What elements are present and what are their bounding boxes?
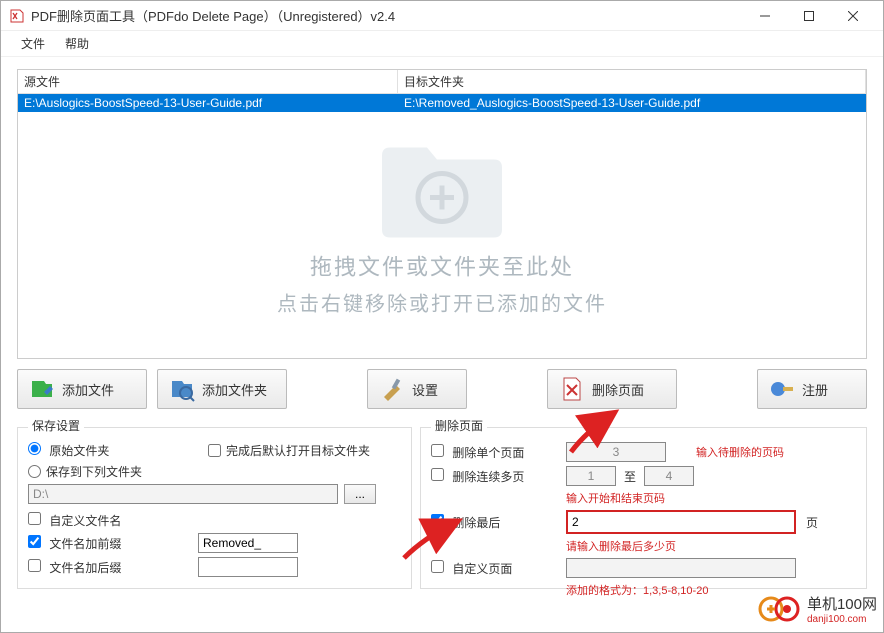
register-icon: [768, 375, 796, 403]
del-last-label: 删除最后: [452, 516, 500, 530]
open-after-label: 完成后默认打开目标文件夹: [226, 442, 370, 459]
settings-button[interactable]: 设置: [367, 369, 467, 409]
delete-page-button[interactable]: 删除页面: [547, 369, 677, 409]
file-table[interactable]: 源文件 目标文件夹 E:\Auslogics-BoostSpeed-13-Use…: [17, 69, 867, 359]
delete-page-label: 删除页面: [592, 380, 644, 399]
del-range-check[interactable]: [431, 468, 444, 481]
prefix-check[interactable]: [28, 535, 41, 548]
delete-pages-group: 删除页面 删除单个页面 输入待删除的页码 删除连续多页 至 输入开始和结束页码: [420, 419, 867, 589]
settings-icon: [378, 375, 406, 403]
del-single-hint: 输入待删除的页码: [696, 444, 784, 460]
prefix-label: 文件名加前缀: [49, 537, 121, 551]
save-settings-group: 保存设置 原始文件夹 完成后默认打开目标文件夹 保存到下列文件夹 ...: [17, 419, 412, 589]
cell-source: E:\Auslogics-BoostSpeed-13-User-Guide.pd…: [18, 94, 398, 112]
del-legend: 删除页面: [431, 417, 487, 434]
del-single-check[interactable]: [431, 444, 444, 457]
suffix-input[interactable]: [198, 557, 298, 577]
del-range-from[interactable]: [566, 466, 616, 486]
drop-hint-line2: 点击右键移除或打开已添加的文件: [277, 288, 607, 317]
menubar: 文件 帮助: [1, 31, 883, 57]
del-range-mid: 至: [624, 468, 636, 485]
custom-name-label: 自定义文件名: [49, 514, 121, 528]
del-last-check[interactable]: [431, 514, 444, 527]
path-input[interactable]: [28, 484, 338, 504]
suffix-check[interactable]: [28, 559, 41, 572]
groups-row: 保存设置 原始文件夹 完成后默认打开目标文件夹 保存到下列文件夹 ...: [17, 419, 867, 589]
watermark-name: 单机100网: [807, 593, 877, 614]
col-target[interactable]: 目标文件夹: [398, 70, 866, 93]
add-file-button[interactable]: 添加文件: [17, 369, 147, 409]
del-range-hint: 输入开始和结束页码: [566, 490, 665, 506]
minimize-button[interactable]: [743, 1, 787, 31]
delete-page-icon: [558, 375, 586, 403]
titlebar: PDF删除页面工具（PDFdo Delete Page）（Unregistere…: [1, 1, 883, 31]
table-row[interactable]: E:\Auslogics-BoostSpeed-13-User-Guide.pd…: [18, 94, 866, 112]
suffix-label: 文件名加后缀: [49, 561, 121, 575]
orig-folder-label: 原始文件夹: [49, 444, 109, 458]
orig-folder-radio[interactable]: [28, 442, 41, 455]
content-area: 源文件 目标文件夹 E:\Auslogics-BoostSpeed-13-Use…: [1, 57, 883, 597]
watermark-icon: [757, 595, 803, 623]
custom-folder-label: 保存到下列文件夹: [46, 463, 142, 480]
col-source[interactable]: 源文件: [18, 70, 398, 93]
del-single-input[interactable]: [566, 442, 666, 462]
del-custom-input[interactable]: [566, 558, 796, 578]
table-header: 源文件 目标文件夹: [18, 70, 866, 94]
maximize-button[interactable]: [787, 1, 831, 31]
watermark: 单机100网 danji100.com: [757, 592, 877, 626]
open-after-check[interactable]: [208, 444, 221, 457]
add-folder-label: 添加文件夹: [202, 380, 267, 399]
custom-folder-radio[interactable]: [28, 465, 41, 478]
del-custom-label: 自定义页面: [452, 562, 512, 576]
save-legend: 保存设置: [28, 417, 84, 434]
del-last-input[interactable]: [566, 510, 796, 534]
register-label: 注册: [802, 380, 828, 399]
toolbar: 添加文件 添加文件夹 设置 删除页面 注册: [17, 359, 867, 419]
add-folder-icon: [168, 375, 196, 403]
app-icon: [9, 8, 25, 24]
browse-button[interactable]: ...: [344, 484, 376, 504]
window-title: PDF删除页面工具（PDFdo Delete Page）（Unregistere…: [31, 6, 743, 25]
del-single-label: 删除单个页面: [452, 446, 524, 460]
watermark-url: danji100.com: [807, 614, 877, 625]
drop-hint-line1: 拖拽文件或文件夹至此处: [277, 250, 607, 282]
settings-label: 设置: [412, 380, 438, 399]
add-file-icon: [28, 375, 56, 403]
prefix-input[interactable]: [198, 533, 298, 553]
register-button[interactable]: 注册: [757, 369, 867, 409]
del-range-label: 删除连续多页: [452, 470, 524, 484]
del-custom-check[interactable]: [431, 560, 444, 573]
menu-file[interactable]: 文件: [11, 32, 55, 55]
window-controls: [743, 1, 875, 31]
custom-name-check[interactable]: [28, 512, 41, 525]
cell-target: E:\Removed_Auslogics-BoostSpeed-13-User-…: [398, 94, 866, 112]
folder-plus-icon: [377, 140, 507, 240]
close-button[interactable]: [831, 1, 875, 31]
menu-help[interactable]: 帮助: [55, 32, 99, 55]
add-folder-button[interactable]: 添加文件夹: [157, 369, 287, 409]
del-custom-hint: 添加的格式为：1,3,5-8,10-20: [566, 582, 708, 598]
drop-hint: 拖拽文件或文件夹至此处 点击右键移除或打开已添加的文件: [277, 140, 607, 317]
del-last-hint: 请输入删除最后多少页: [566, 538, 676, 554]
del-last-unit: 页: [806, 514, 818, 531]
add-file-label: 添加文件: [62, 380, 114, 399]
del-range-to[interactable]: [644, 466, 694, 486]
